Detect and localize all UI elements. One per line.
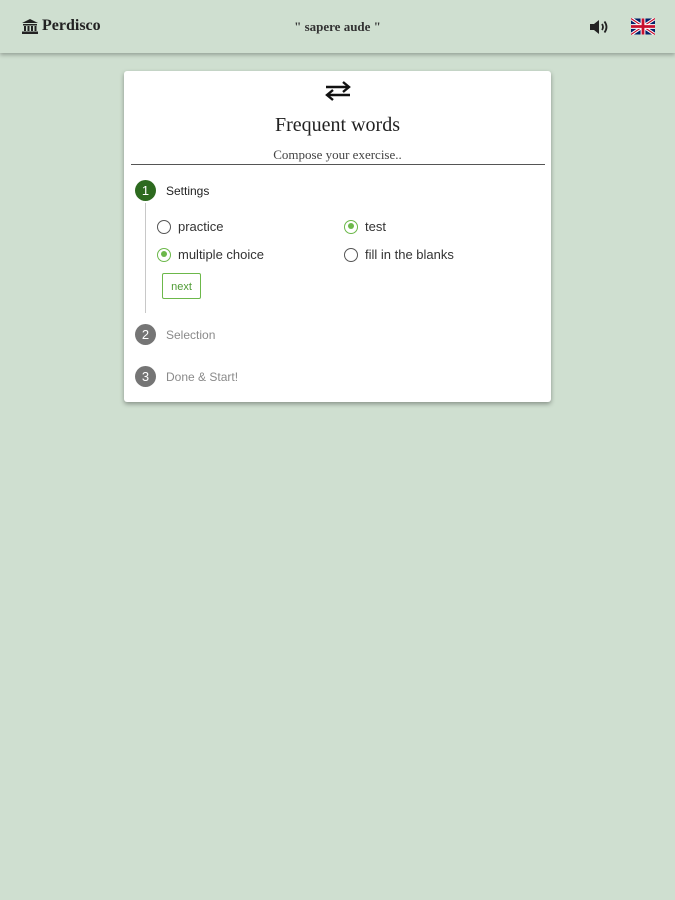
next-button[interactable]: next — [162, 273, 201, 299]
card-subtitle: Compose your exercise.. — [273, 147, 402, 162]
step-1-number[interactable]: 1 — [135, 180, 156, 201]
step-2-number[interactable]: 2 — [135, 324, 156, 345]
card-title: Frequent words — [275, 114, 400, 136]
radio-multiple-choice[interactable]: multiple choice — [157, 247, 264, 262]
uk-flag-icon — [630, 17, 656, 36]
divider — [131, 164, 545, 165]
radio-fill-in-the-blanks[interactable]: fill in the blanks — [344, 247, 454, 262]
radio-test-indicator[interactable] — [344, 219, 358, 234]
sound-toggle-button[interactable] — [589, 17, 611, 37]
step-2-label[interactable]: Selection — [166, 328, 215, 342]
stepper-connector — [145, 203, 146, 313]
step-3-number[interactable]: 3 — [135, 366, 156, 387]
radio-fill-in-the-blanks-label: fill in the blanks — [365, 247, 454, 262]
radio-test-label: test — [365, 219, 386, 234]
speaker-icon — [590, 20, 608, 34]
radio-practice-indicator[interactable] — [157, 219, 171, 234]
radio-practice-label: practice — [178, 219, 224, 234]
radio-practice[interactable]: practice — [157, 219, 224, 234]
radio-test[interactable]: test — [344, 219, 386, 234]
radio-multiple-choice-label: multiple choice — [178, 247, 264, 262]
motto-text: " sapere aude " — [294, 19, 381, 34]
top-app-bar: Perdisco " sapere aude " — [0, 0, 675, 53]
swap-arrows-icon — [325, 81, 351, 101]
radio-fill-in-the-blanks-indicator[interactable] — [344, 247, 358, 262]
exercise-card: Frequent words Compose your exercise.. 1… — [124, 71, 551, 402]
step-1-label[interactable]: Settings — [166, 184, 209, 198]
step-3-label[interactable]: Done & Start! — [166, 370, 238, 384]
radio-multiple-choice-indicator[interactable] — [157, 247, 171, 262]
language-button[interactable] — [630, 17, 656, 36]
